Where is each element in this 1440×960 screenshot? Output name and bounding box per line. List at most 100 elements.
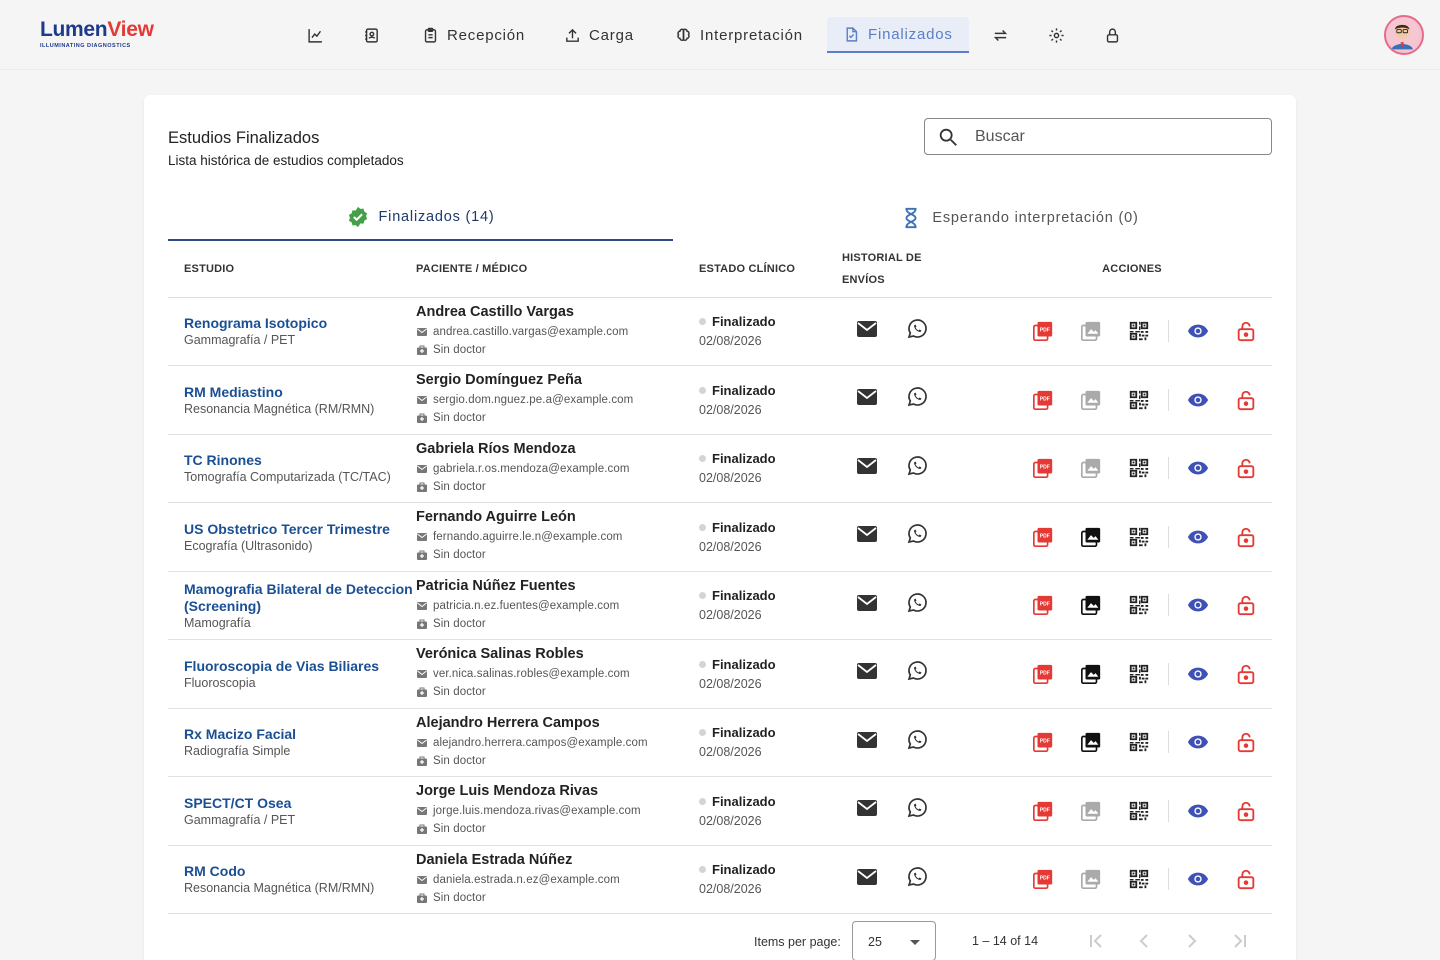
qr-button[interactable] <box>1115 320 1163 342</box>
unlock-button[interactable] <box>1222 457 1270 479</box>
view-button[interactable] <box>1174 320 1222 342</box>
user-avatar[interactable] <box>1384 15 1424 55</box>
qr-button[interactable] <box>1115 526 1163 548</box>
next-page-button[interactable] <box>1180 929 1204 953</box>
unlock-button[interactable] <box>1222 389 1270 411</box>
send-email-button[interactable] <box>855 317 879 346</box>
nav-lock[interactable] <box>1104 17 1121 53</box>
cell-patient: Sergio Domínguez Peña sergio.dom.nguez.pe… <box>416 365 699 435</box>
send-whatsapp-button[interactable] <box>905 796 929 825</box>
page-size-value: 25 <box>868 935 882 949</box>
pdf-button[interactable]: PDF <box>1019 731 1067 753</box>
pdf-icon: PDF <box>1033 459 1053 479</box>
nav-contacts[interactable] <box>363 17 380 53</box>
pdf-button[interactable]: PDF <box>1019 389 1067 411</box>
send-email-button[interactable] <box>855 728 879 757</box>
last-page-button[interactable] <box>1228 929 1252 953</box>
prev-page-button[interactable] <box>1132 929 1156 953</box>
qr-button[interactable] <box>1115 457 1163 479</box>
send-email-button[interactable] <box>855 659 879 688</box>
view-button[interactable] <box>1174 731 1222 753</box>
send-whatsapp-button[interactable] <box>905 317 929 346</box>
unlock-button[interactable] <box>1222 663 1270 685</box>
view-button[interactable] <box>1174 663 1222 685</box>
app-logo[interactable]: LumenView ILLUMINATING DIAGNOSTICS <box>40 18 154 49</box>
mail-icon <box>417 533 427 542</box>
qr-button[interactable] <box>1115 731 1163 753</box>
study-name-link[interactable]: TC Rinones <box>184 452 416 469</box>
doctor-icon <box>417 619 427 629</box>
pdf-button[interactable]: PDF <box>1019 663 1067 685</box>
images-button[interactable] <box>1067 320 1115 342</box>
nav-interpretacion[interactable]: Interpretación <box>675 17 803 53</box>
search-box[interactable] <box>924 118 1272 155</box>
study-name-link[interactable]: RM Mediastino <box>184 384 416 401</box>
qr-button[interactable] <box>1115 868 1163 890</box>
view-button[interactable] <box>1174 457 1222 479</box>
qr-button[interactable] <box>1115 663 1163 685</box>
images-button[interactable] <box>1067 868 1115 890</box>
tab-esperando[interactable]: Esperando interpretación (0) <box>767 195 1272 241</box>
qr-button[interactable] <box>1115 594 1163 616</box>
pdf-button[interactable]: PDF <box>1019 800 1067 822</box>
study-name-link[interactable]: US Obstetrico Tercer Trimestre <box>184 521 416 538</box>
unlock-button[interactable] <box>1222 868 1270 890</box>
pdf-button[interactable]: PDF <box>1019 868 1067 890</box>
send-email-button[interactable] <box>855 865 879 894</box>
unlock-button[interactable] <box>1222 731 1270 753</box>
pdf-button[interactable]: PDF <box>1019 320 1067 342</box>
pdf-button[interactable]: PDF <box>1019 526 1067 548</box>
tab-finalizados[interactable]: Finalizados (14) <box>168 195 673 241</box>
images-button[interactable] <box>1067 663 1115 685</box>
send-email-button[interactable] <box>855 796 879 825</box>
nav-recepcion[interactable]: Recepción <box>422 17 525 53</box>
study-name-link[interactable]: Renograma Isotopico <box>184 315 416 332</box>
images-button[interactable] <box>1067 594 1115 616</box>
patient-name: Daniela Estrada Núñez <box>416 851 573 868</box>
pdf-button[interactable]: PDF <box>1019 594 1067 616</box>
nav-settings[interactable] <box>1048 17 1065 53</box>
images-button[interactable] <box>1067 457 1115 479</box>
send-whatsapp-button[interactable] <box>905 522 929 551</box>
unlock-button[interactable] <box>1222 800 1270 822</box>
images-button[interactable] <box>1067 526 1115 548</box>
view-button[interactable] <box>1174 800 1222 822</box>
first-page-button[interactable] <box>1084 929 1108 953</box>
page-size-select[interactable]: 25 <box>852 921 936 960</box>
study-name-link[interactable]: Fluoroscopia de Vias Biliares <box>184 658 416 675</box>
study-name-link[interactable]: RM Codo <box>184 863 416 880</box>
view-button[interactable] <box>1174 389 1222 411</box>
images-button[interactable] <box>1067 731 1115 753</box>
send-whatsapp-button[interactable] <box>905 728 929 757</box>
send-email-button[interactable] <box>855 385 879 414</box>
send-whatsapp-button[interactable] <box>905 865 929 894</box>
send-whatsapp-button[interactable] <box>905 385 929 414</box>
send-email-button[interactable] <box>855 454 879 483</box>
send-whatsapp-button[interactable] <box>905 591 929 620</box>
view-button[interactable] <box>1174 526 1222 548</box>
nav-finalizados[interactable]: Finalizados <box>827 17 969 53</box>
send-whatsapp-button[interactable] <box>905 454 929 483</box>
qr-button[interactable] <box>1115 389 1163 411</box>
search-input[interactable] <box>975 127 1255 146</box>
study-name-link[interactable]: SPECT/CT Osea <box>184 795 416 812</box>
unlock-button[interactable] <box>1222 594 1270 616</box>
view-button[interactable] <box>1174 868 1222 890</box>
unlock-button[interactable] <box>1222 320 1270 342</box>
brain-icon <box>677 28 690 41</box>
send-email-button[interactable] <box>855 522 879 551</box>
qr-button[interactable] <box>1115 800 1163 822</box>
nav-dashboard[interactable] <box>307 17 324 53</box>
send-email-button[interactable] <box>855 591 879 620</box>
study-name-link[interactable]: Rx Macizo Facial <box>184 726 416 743</box>
images-button[interactable] <box>1067 800 1115 822</box>
study-name-link[interactable]: Mamografia Bilateral de Deteccion (Scree… <box>184 581 416 615</box>
pdf-button[interactable]: PDF <box>1019 457 1067 479</box>
unlock-button[interactable] <box>1222 526 1270 548</box>
view-button[interactable] <box>1174 594 1222 616</box>
nav-carga[interactable]: Carga <box>564 17 634 53</box>
images-button[interactable] <box>1067 389 1115 411</box>
nav-transfer[interactable] <box>992 17 1009 53</box>
patient-name: Verónica Salinas Robles <box>416 646 584 663</box>
send-whatsapp-button[interactable] <box>905 659 929 688</box>
